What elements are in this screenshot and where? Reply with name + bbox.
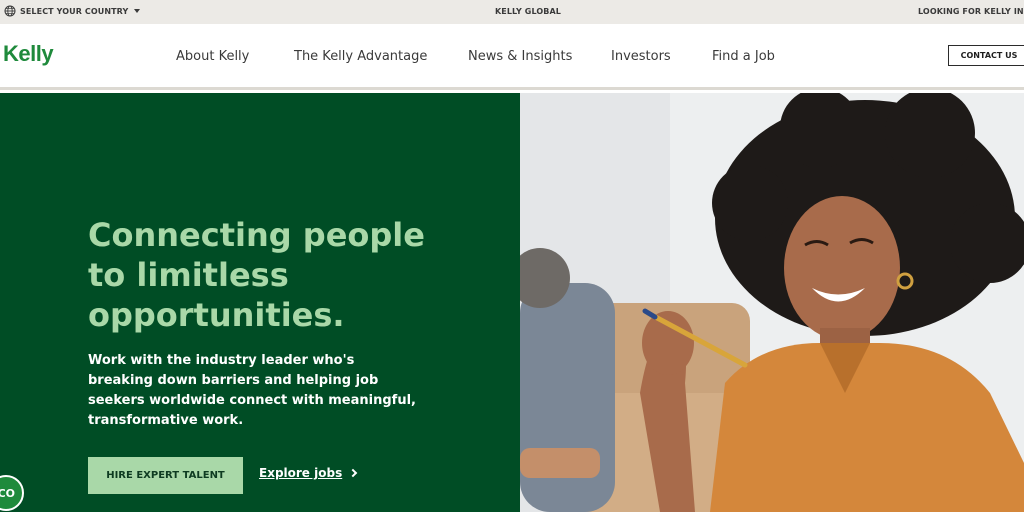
hire-expert-talent-button[interactable]: HIRE EXPERT TALENT (88, 457, 243, 494)
globe-icon (4, 5, 16, 17)
explore-jobs-link[interactable]: Explore jobs (259, 466, 358, 480)
nav-news-insights[interactable]: News & Insights (468, 49, 572, 64)
kelly-logo[interactable]: Kelly (3, 41, 54, 67)
looking-for-link[interactable]: LOOKING FOR KELLY IND (918, 7, 1024, 16)
main-navbar: Kelly About Kelly The Kelly Advantage Ne… (0, 24, 1024, 90)
nav-kelly-advantage[interactable]: The Kelly Advantage (294, 49, 427, 64)
hero-subtext: Work with the industry leader who's brea… (88, 353, 416, 428)
kelly-global-link[interactable]: KELLY GLOBAL (495, 7, 561, 16)
utility-bar: SELECT YOUR COUNTRY KELLY GLOBAL LOOKING… (0, 0, 1024, 24)
hero-headline: Connecting people to limitless opportuni… (88, 216, 425, 334)
country-selector[interactable]: SELECT YOUR COUNTRY (4, 5, 141, 17)
chevron-right-icon (348, 468, 358, 478)
caret-down-icon (134, 9, 141, 13)
smiling-woman-illustration (520, 93, 1024, 512)
nav-find-a-job[interactable]: Find a Job (712, 49, 775, 64)
contact-us-button[interactable]: CONTACT US (948, 45, 1024, 66)
explore-jobs-label: Explore jobs (259, 466, 343, 480)
chat-badge[interactable]: CO (0, 475, 24, 511)
nav-investors[interactable]: Investors (611, 49, 671, 64)
hero-panel: Connecting people to limitless opportuni… (0, 93, 520, 512)
hero-photo (520, 93, 1024, 512)
country-selector-label: SELECT YOUR COUNTRY (20, 6, 129, 16)
nav-about-kelly[interactable]: About Kelly (176, 49, 249, 64)
